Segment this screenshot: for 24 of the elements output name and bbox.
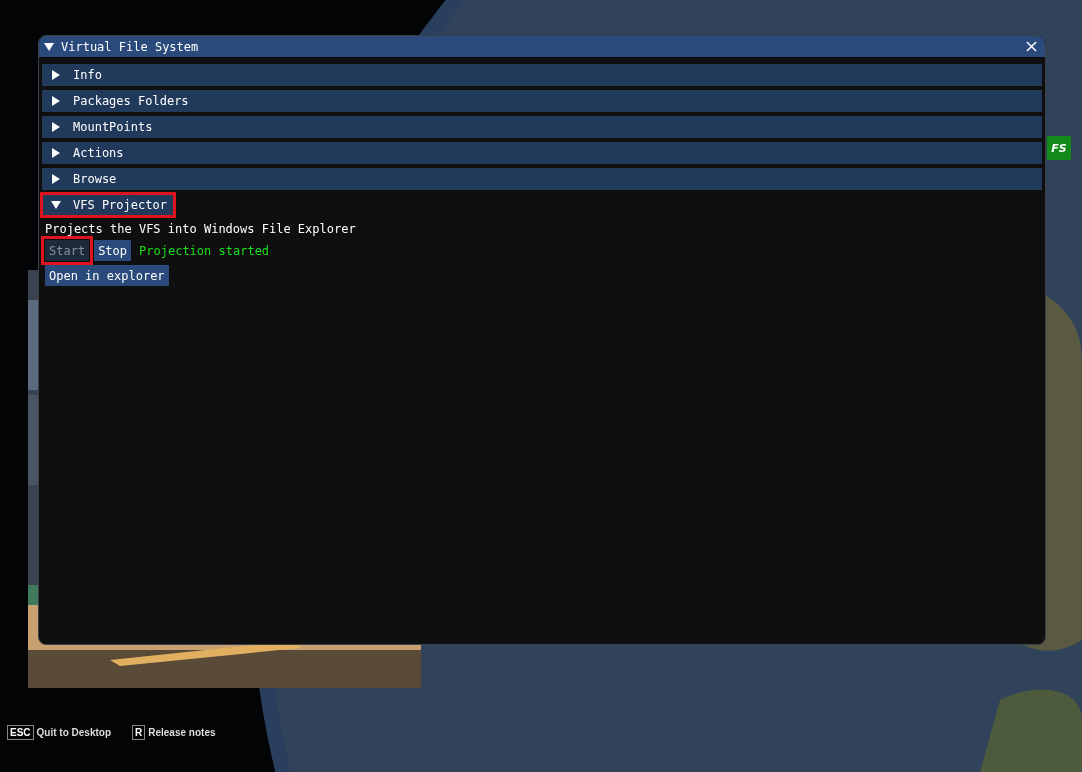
- close-icon[interactable]: [1026, 41, 1037, 52]
- action-button[interactable]: Stop: [94, 240, 132, 261]
- triangle-icon: [51, 70, 61, 80]
- triangle-icon: [51, 96, 61, 106]
- hint-text[interactable]: Quit to Desktop: [36, 727, 111, 738]
- key-badge: R: [132, 725, 146, 740]
- section-header[interactable]: VFS Projector: [42, 194, 174, 216]
- window-title: Virtual File System: [61, 39, 200, 54]
- triangle-icon: [51, 200, 61, 210]
- collapse-arrow-icon[interactable]: [44, 41, 54, 52]
- status-text: Projection started: [139, 243, 270, 258]
- description-text: Projects the VFS into Windows File Explorer: [45, 222, 357, 236]
- section-header[interactable]: MountPoints: [42, 116, 1042, 138]
- section-header[interactable]: Packages Folders: [42, 90, 1042, 112]
- triangle-icon: [51, 148, 61, 158]
- section-header[interactable]: Actions: [42, 142, 1042, 164]
- hint-text[interactable]: Release notes: [148, 727, 216, 738]
- triangle-icon: [51, 122, 61, 132]
- section-header[interactable]: Info: [42, 64, 1042, 86]
- key-badge: ESC: [7, 725, 34, 740]
- store-badge[interactable]: FS: [1047, 136, 1071, 160]
- triangle-icon: [51, 174, 61, 184]
- open-explorer-button[interactable]: Open in explorer: [45, 265, 169, 286]
- section-header[interactable]: Browse: [42, 168, 1042, 190]
